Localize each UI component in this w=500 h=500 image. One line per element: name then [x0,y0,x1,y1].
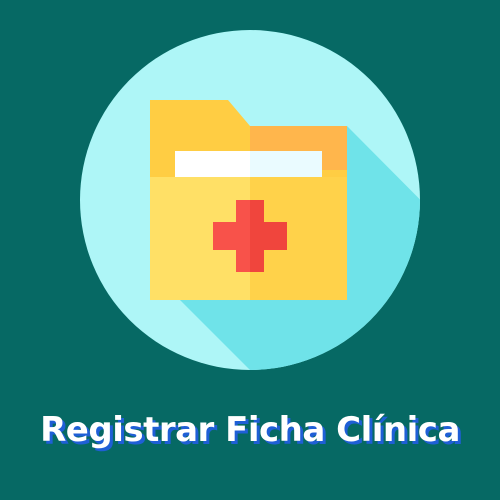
cross-horizontal-shade [250,222,287,250]
folder-paper-right [250,151,322,177]
register-clinical-record-tile[interactable]: Registrar Ficha Clínica [0,0,500,500]
tile-label: Registrar Ficha Clínica [40,410,460,450]
medical-folder-icon [80,30,420,370]
